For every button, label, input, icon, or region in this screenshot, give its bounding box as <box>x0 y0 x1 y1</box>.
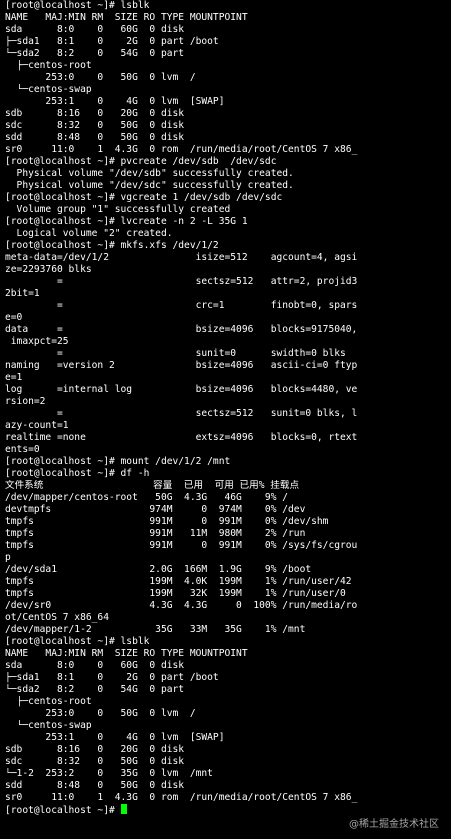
terminal-line: /dev/sr0 4.3G 4.3G 0 100% /run/media/ro <box>5 600 358 611</box>
terminal-line: 2bit=1 <box>5 288 40 299</box>
terminal-line: tmpfs 199M 4.0K 199M 1% /run/user/42 <box>5 576 352 587</box>
terminal-line: ├─centos-root <box>5 60 92 71</box>
terminal-line: ├─sda1 8:1 0 2G 0 part /boot <box>5 36 219 47</box>
terminal-line: = sectsz=512 sunit=0 blks, l <box>5 408 358 419</box>
terminal-line: e=1 <box>5 372 23 383</box>
terminal-line: [root@localhost ~]# mount /dev/1/2 /mnt <box>5 456 231 467</box>
terminal-line: NAME MAJ:MIN RM SIZE RO TYPE MOUNTPOINT <box>5 648 248 659</box>
terminal-line: sr0 11:0 1 4.3G 0 rom /run/media/root/Ce… <box>5 144 358 155</box>
terminal-line: [root@localhost ~]# lsblk <box>5 636 150 647</box>
terminal-line: meta-data=/dev/1/2 isize=512 agcount=4, … <box>5 252 358 263</box>
terminal-line: imaxpct=25 <box>5 336 69 347</box>
terminal-line: └─1-2 253:2 0 35G 0 lvm /mnt <box>5 768 213 779</box>
terminal-line: devtmpfs 974M 0 974M 0% /dev <box>5 504 306 515</box>
terminal-line: 253:1 0 4G 0 lvm [SWAP] <box>5 96 225 107</box>
terminal-line: /dev/mapper/centos-root 50G 4.3G 46G 9% … <box>5 492 289 503</box>
terminal-line: └─sda2 8:2 0 54G 0 part <box>5 48 185 59</box>
terminal-line: [root@localhost ~]# lsblk <box>5 0 150 11</box>
terminal-line: realtime =none extsz=4096 blocks=0, rtex… <box>5 432 358 443</box>
terminal-output: [root@localhost ~]# lsblk NAME MAJ:MIN RM… <box>5 0 451 804</box>
terminal-cursor[interactable] <box>120 804 127 814</box>
terminal-line: [root@localhost ~]# lvcreate -n 2 -L 35G… <box>5 216 248 227</box>
terminal-line: 253:0 0 50G 0 lvm / <box>5 708 196 719</box>
terminal-line: Logical volume "2" created. <box>5 228 173 239</box>
terminal-line: └─centos-swap <box>5 720 92 731</box>
terminal-line: Volume group "1" successfully created <box>5 204 231 215</box>
terminal-line: 253:0 0 50G 0 lvm / <box>5 72 196 83</box>
terminal-line: = sectsz=512 attr=2, projid3 <box>5 276 358 287</box>
terminal-line: /dev/mapper/1-2 35G 33M 35G 1% /mnt <box>5 624 306 635</box>
terminal-line: Physical volume "/dev/sdc" successfully … <box>5 180 294 191</box>
terminal-line: Physical volume "/dev/sdb" successfully … <box>5 168 294 179</box>
terminal-line: p <box>5 552 11 563</box>
terminal-line: [root@localhost ~]# pvcreate /dev/sdb /d… <box>5 156 277 167</box>
terminal-prompt-line[interactable]: [root@localhost ~]# <box>5 804 451 816</box>
terminal-line: tmpfs 199M 32K 199M 1% /run/user/0 <box>5 588 346 599</box>
terminal-line: sdd 8:48 0 50G 0 disk <box>5 132 185 143</box>
watermark: @稀土掘金技术社区 <box>349 819 439 830</box>
terminal-line: sdc 8:32 0 50G 0 disk <box>5 120 185 131</box>
terminal-line: sda 8:0 0 60G 0 disk <box>5 24 185 35</box>
terminal-line: /dev/sda1 2.0G 166M 1.9G 9% /boot <box>5 564 312 575</box>
terminal-line: sr0 11:0 1 4.3G 0 rom /run/media/root/Ce… <box>5 792 358 803</box>
terminal-line: ents=0 <box>5 444 40 455</box>
terminal-line: sdb 8:16 0 20G 0 disk <box>5 108 185 119</box>
terminal-line: ot/CentOS 7 x86_64 <box>5 612 109 623</box>
terminal-line: sda 8:0 0 60G 0 disk <box>5 660 185 671</box>
terminal-line: sdd 8:48 0 50G 0 disk <box>5 780 185 791</box>
terminal-line: [root@localhost ~]# df -h <box>5 468 150 479</box>
terminal-line: data = bsize=4096 blocks=9175040, <box>5 324 358 335</box>
terminal-line: = crc=1 finobt=0, spars <box>5 300 358 311</box>
terminal-line: └─sda2 8:2 0 54G 0 part <box>5 684 185 695</box>
terminal-line: tmpfs 991M 0 991M 0% /sys/fs/cgrou <box>5 540 358 551</box>
terminal-line: 253:1 0 4G 0 lvm [SWAP] <box>5 732 225 743</box>
terminal-line: ├─sda1 8:1 0 2G 0 part /boot <box>5 672 219 683</box>
terminal-line: e=0 <box>5 312 23 323</box>
terminal-line: naming =version 2 bsize=4096 ascii-ci=0 … <box>5 360 358 371</box>
terminal-line: sdc 8:32 0 50G 0 disk <box>5 756 185 767</box>
terminal-line: └─centos-swap <box>5 84 92 95</box>
terminal-line: ├─centos-root <box>5 696 92 707</box>
terminal-line: NAME MAJ:MIN RM SIZE RO TYPE MOUNTPOINT <box>5 12 248 23</box>
terminal-line: [root@localhost ~]# vgcreate 1 /dev/sdb … <box>5 192 283 203</box>
terminal-line: [root@localhost ~]# mkfs.xfs /dev/1/2 <box>5 240 219 251</box>
terminal-line: = sunit=0 swidth=0 blks <box>5 348 346 359</box>
terminal-line: ze=2293760 blks <box>5 264 92 275</box>
terminal-line: rsion=2 <box>5 396 46 407</box>
terminal-line: 文件系统 容量 已用 可用 已用% 挂载点 <box>5 480 300 491</box>
terminal-line: tmpfs 991M 11M 980M 2% /run <box>5 528 306 539</box>
terminal-line: tmpfs 991M 0 991M 0% /dev/shm <box>5 516 329 527</box>
terminal-line: azy-count=1 <box>5 420 69 431</box>
terminal-line: sdb 8:16 0 20G 0 disk <box>5 744 185 755</box>
terminal-window[interactable]: [root@localhost ~]# lsblk NAME MAJ:MIN RM… <box>0 0 451 839</box>
terminal-line: log =internal log bsize=4096 blocks=4480… <box>5 384 358 395</box>
terminal-prompt: [root@localhost ~]# <box>5 805 121 816</box>
